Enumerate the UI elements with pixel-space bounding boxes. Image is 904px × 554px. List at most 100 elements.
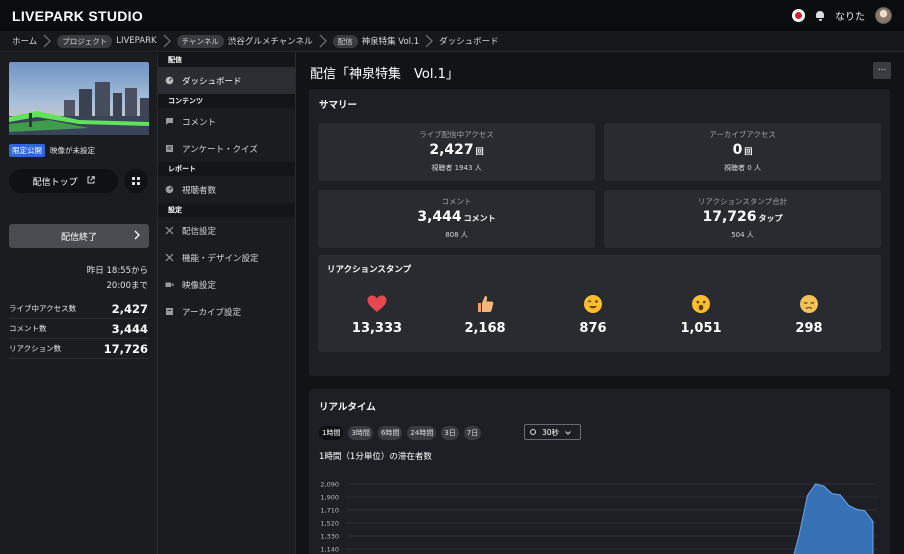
live-stats: ライブ中アクセス数 2,427 コメント数 3,444 リアクション数 17,726 [9, 299, 148, 359]
qr-code-button[interactable] [124, 169, 148, 193]
top-right-controls: なりた [792, 7, 892, 24]
status-tags: 限定公開 映像が未設定 [9, 144, 148, 157]
dashboard-main: 配信「神泉特集 Vol.1」 ... サマリー ライブ配信中アクセス 2,427… [297, 53, 904, 554]
nav-item-dashboard[interactable]: ダッシュボード [158, 67, 295, 94]
range-tab[interactable]: 3時間 [348, 426, 373, 440]
y-tick-label: 1,330 [320, 533, 339, 541]
bell-icon[interactable] [815, 10, 825, 21]
reaction-item: 1,051 [656, 293, 746, 336]
chevron-right-icon [37, 34, 57, 48]
breadcrumb-chip: プロジェクト [57, 34, 113, 48]
start-time: 昨日 18:55から [86, 266, 148, 276]
nav-item-design-settings[interactable]: 機能・デザイン設定 [158, 244, 295, 271]
video-camera-icon [165, 280, 174, 289]
breadcrumb-live[interactable]: 配信 神泉特集 Vol.1 [332, 34, 419, 48]
end-time: 20:00まで [106, 281, 149, 291]
nav-section-live: 配信 [158, 53, 295, 67]
reaction-item: 13,333 [332, 293, 422, 336]
avatar[interactable] [875, 7, 892, 24]
more-options-button[interactable]: ... [873, 62, 891, 79]
metric-comments: コメント 3,444 コメント 808 人 [318, 190, 595, 248]
breadcrumb-project[interactable]: プロジェクト LIVEPARK [57, 34, 157, 48]
app-logo[interactable]: LIVEPARK STUDIO [12, 8, 143, 24]
realtime-title: リアルタイム [319, 402, 376, 413]
y-tick-label: 1,900 [320, 494, 339, 502]
status-video-unset: 映像が未設定 [50, 146, 95, 155]
reaction-item: 2,168 [440, 293, 530, 336]
breadcrumb-channel[interactable]: チャンネル 渋谷グルメチャンネル [176, 34, 313, 48]
chart-title: 1時間（1分単位）の滞在者数 [319, 452, 432, 462]
y-tick-label: 2,090 [320, 481, 339, 489]
live-schedule: 昨日 18:55から 20:00まで [9, 264, 148, 294]
user-name[interactable]: なりた [835, 8, 865, 23]
nav-section-content: コンテンツ [158, 94, 295, 108]
tools-icon [165, 226, 174, 235]
nav-item-comments[interactable]: コメント [158, 108, 295, 135]
thumbs-up-icon [440, 293, 530, 315]
reaction-stamps: リアクションスタンプ 13,333 2,168 876 1,051 298 [318, 255, 881, 352]
interval-select[interactable]: 30秒 [524, 424, 581, 440]
archive-icon [165, 307, 174, 316]
breadcrumb-current: ダッシュボード [439, 37, 499, 47]
nav-section-report: レポート [158, 162, 295, 176]
nav-item-viewers[interactable]: 視聴者数 [158, 176, 295, 203]
nav-section-settings: 設定 [158, 203, 295, 217]
metric-archive-access: アーカイブアクセス 0回 視聴者 0 人 [604, 123, 881, 181]
breadcrumb-chip: チャンネル [176, 34, 224, 48]
side-navigation: 配信 ダッシュボード コンテンツ コメント アンケート・クイズ レポート 視聴者… [158, 53, 296, 554]
page-title: 配信「神泉特集 Vol.1」 [310, 67, 459, 82]
chevron-right-icon [134, 230, 140, 243]
stat-row: ライブ中アクセス数 2,427 [9, 299, 148, 319]
nav-item-survey[interactable]: アンケート・クイズ [158, 135, 295, 162]
range-tab[interactable]: 6時間 [377, 426, 403, 440]
summary-title: サマリー [319, 100, 358, 111]
live-info-panel: 限定公開 映像が未設定 配信トップ 配信終了 昨日 18:55から 20:00ま… [0, 53, 158, 554]
reaction-item: 298 [764, 293, 854, 336]
summary-card: サマリー ライブ配信中アクセス 2,427 回 視聴者 1943 人 アーカイブア… [309, 89, 890, 376]
tools-icon [165, 253, 174, 262]
metric-reactions-total: リアクションスタンプ合計 17,726 タップ 504 人 [604, 190, 881, 248]
stay-count-area [793, 483, 874, 554]
live-thumbnail[interactable] [9, 62, 149, 135]
survey-icon [165, 144, 174, 153]
chevron-right-icon [157, 34, 177, 48]
y-tick-label: 1,520 [320, 520, 339, 528]
heart-icon [332, 293, 422, 315]
end-live-button[interactable]: 配信終了 [9, 224, 149, 248]
stat-row: リアクション数 17,726 [9, 339, 148, 359]
breadcrumb-chip: 配信 [332, 34, 358, 48]
reaction-stamps-title: リアクションスタンプ [327, 265, 412, 275]
range-tab[interactable]: 24時間 [407, 426, 437, 440]
gauge-icon [165, 185, 174, 194]
nav-item-video-settings[interactable]: 映像設定 [158, 271, 295, 298]
nav-item-archive-settings[interactable]: アーカイブ設定 [158, 298, 295, 325]
stat-row: コメント数 3,444 [9, 319, 148, 339]
breadcrumb: ホーム プロジェクト LIVEPARK チャンネル 渋谷グルメチャンネル 配信 神泉特… [0, 31, 904, 52]
refresh-icon [530, 429, 536, 435]
chevron-right-icon [313, 34, 333, 48]
live-actions: 配信トップ [9, 169, 148, 193]
sad-face-icon [764, 293, 854, 315]
breadcrumb-home[interactable]: ホーム [12, 35, 37, 47]
surprised-face-icon [656, 293, 746, 315]
wink-face-icon [548, 293, 638, 315]
gauge-icon [165, 76, 174, 85]
chevron-right-icon [419, 34, 439, 48]
external-link-icon [87, 175, 95, 187]
metric-live-access: ライブ配信中アクセス 2,427 回 視聴者 1943 人 [318, 123, 595, 181]
status-badge-limited: 限定公開 [9, 144, 45, 157]
nav-item-live-settings[interactable]: 配信設定 [158, 217, 295, 244]
range-tab[interactable]: 1時間 [319, 426, 344, 440]
japan-flag-icon[interactable] [792, 9, 805, 22]
y-tick-label: 1,710 [320, 507, 339, 515]
comment-icon [165, 117, 174, 126]
range-tab[interactable]: 7日 [463, 426, 482, 440]
stay-count-chart: 2,0901,9001,7101,5201,3301,140950 [320, 481, 877, 554]
grid-icon [132, 177, 140, 185]
y-tick-label: 1,140 [320, 546, 339, 554]
reaction-item: 876 [548, 293, 638, 336]
range-tab[interactable]: 3日 [441, 426, 459, 440]
chevron-down-icon [565, 428, 571, 437]
live-top-button[interactable]: 配信トップ [9, 169, 119, 193]
realtime-card: リアルタイム 1時間 3時間 6時間 24時間 3日 7日 30秒 1時間（1分… [309, 389, 890, 554]
